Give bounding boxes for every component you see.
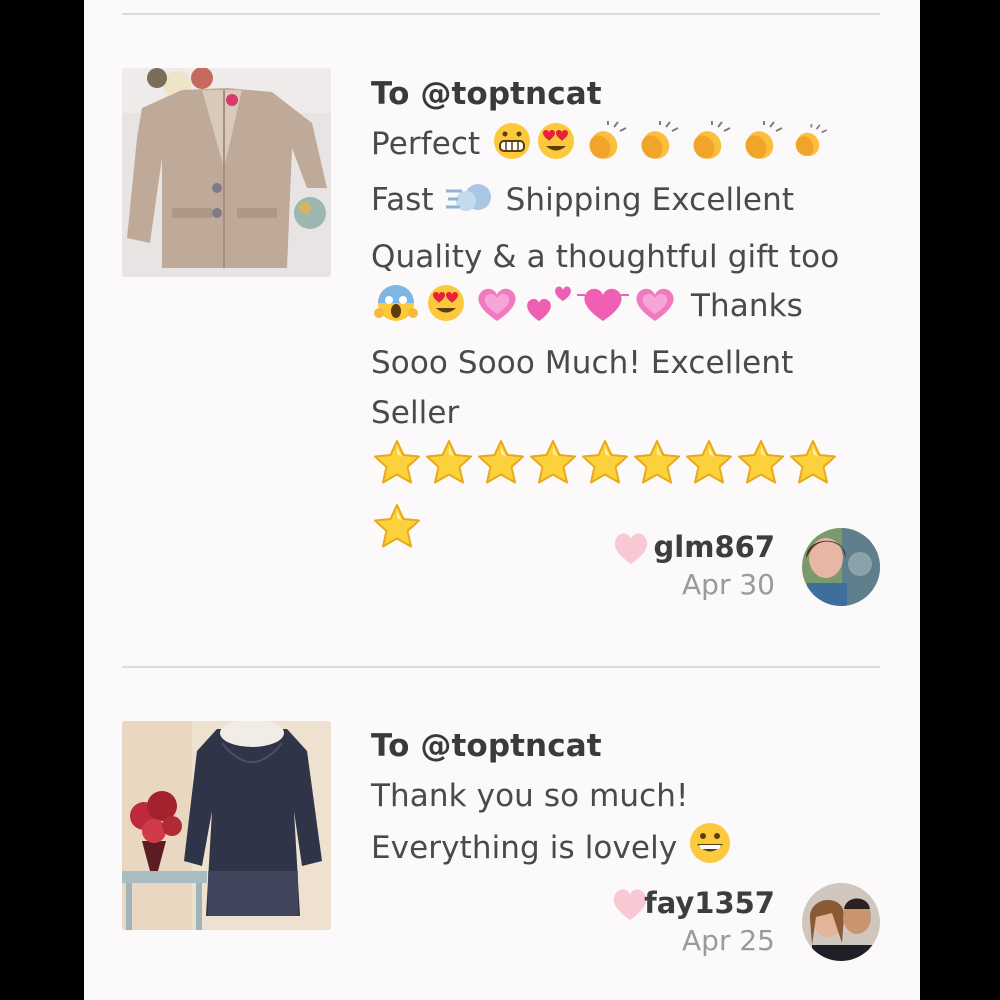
heartbeat-emoji: [577, 283, 629, 339]
star-emoji: [371, 502, 423, 566]
review-2-username[interactable]: fay1357: [475, 886, 775, 920]
review-1-line-4-text: Thanks: [681, 288, 803, 325]
clap-emoji: [682, 120, 734, 177]
dash-emoji: [444, 177, 496, 233]
heart-eyes-emoji: [534, 121, 578, 177]
review-1-line-1-text: Perfect: [371, 125, 491, 162]
growing-heart-emoji: [471, 283, 523, 339]
star-emoji: [423, 438, 475, 502]
star-emoji: [475, 438, 527, 502]
star-emoji: [787, 438, 839, 502]
star-emoji: [735, 438, 787, 502]
growing-heart-emoji: [629, 283, 681, 339]
right-black-bar: [920, 0, 1000, 1000]
divider-top: [122, 13, 880, 15]
review-1-listing-thumbnail-jacket[interactable]: [122, 68, 331, 277]
jacket-photo-icon: [122, 68, 331, 277]
review-2-avatar[interactable]: [802, 883, 880, 961]
review-2-meta: fay1357 Apr 25: [475, 886, 775, 957]
two-hearts-emoji: [523, 283, 577, 339]
review-1-username[interactable]: glm867: [475, 530, 775, 564]
star-emoji: [371, 438, 423, 502]
review-1-line-6: Seller: [371, 394, 460, 431]
review-1-date: Apr 30: [682, 568, 775, 601]
review-1-line-1: Perfect: [371, 120, 881, 177]
avatar-photo-icon: [802, 883, 880, 961]
star-emoji: [631, 438, 683, 502]
review-2-line-2-text: Everything is lovely: [371, 830, 678, 867]
star-emoji: [579, 438, 631, 502]
review-1-line-2-text-a: Fast: [371, 182, 444, 219]
review-1-body: To @toptncat Perfect Fast Shipping Excel…: [371, 70, 881, 565]
blouse-photo-icon: [122, 721, 331, 930]
review-1-line-2-text-b: Shipping Excellent: [495, 182, 795, 219]
review-1-line-2: Fast Shipping Excellent: [371, 176, 881, 233]
review-2-date: Apr 25: [682, 924, 775, 957]
star-emoji: [683, 438, 735, 502]
grinning-emoji: [687, 821, 733, 881]
star-emoji: [527, 438, 579, 502]
review-1-meta: glm867 Apr 30: [475, 530, 775, 601]
review-2-line-2: Everything is lovely: [371, 821, 881, 881]
review-2-line-1: Thank you so much!: [371, 777, 689, 814]
review-1-recipient: To @toptncat: [371, 76, 602, 112]
scream-emoji: [371, 283, 421, 339]
review-1-avatar[interactable]: [802, 528, 880, 606]
left-black-bar: [0, 0, 84, 1000]
review-1-line-5: Sooo Sooo Much! Excellent: [371, 344, 794, 381]
review-2-recipient: To @toptncat: [371, 728, 602, 764]
review-1-stars-row-1: [371, 438, 881, 502]
heart-eyes-emoji: [421, 283, 471, 339]
clap-emoji: [786, 121, 830, 177]
grimace-emoji: [490, 121, 534, 177]
review-2-listing-thumbnail-blouse[interactable]: [122, 721, 331, 930]
clap-emoji: [578, 120, 630, 177]
clap-emoji: [734, 120, 786, 177]
review-1-line-3: Quality & a thoughtful gift too: [371, 238, 840, 275]
review-2-body: To @toptncat Thank you so much! Everythi…: [371, 722, 881, 881]
avatar-photo-icon: [802, 528, 880, 606]
divider-mid: [122, 666, 880, 668]
clap-emoji: [630, 120, 682, 177]
review-1-line-4: Thanks: [371, 282, 881, 339]
